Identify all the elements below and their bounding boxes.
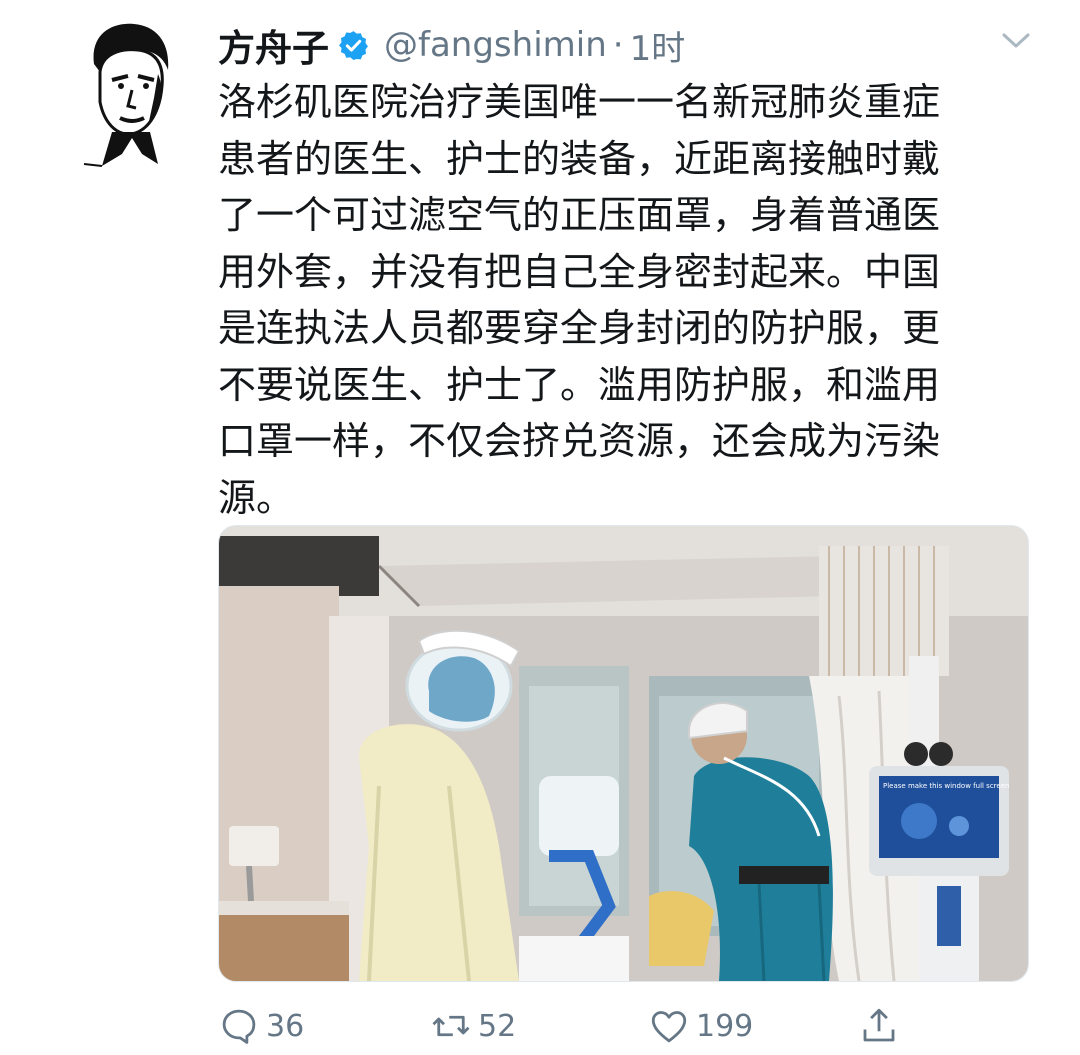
user-handle[interactable]: @fangshimin (384, 25, 607, 65)
retweet-count: 52 (478, 1008, 517, 1044)
chevron-down-icon[interactable] (1000, 30, 1032, 52)
retweet-icon (432, 1015, 470, 1037)
tweet-text-line: 洛杉矶医院治疗美国唯一一名新冠肺炎重症 (218, 80, 941, 124)
tweet-text-line: 源。 (218, 475, 295, 520)
tweet-text-line: 不要说医生、护士了。滥用防护服，和滥用 (218, 362, 941, 407)
reply-icon (222, 1009, 256, 1044)
timestamp[interactable]: 1时 (630, 21, 686, 70)
tweet-header: 方舟子 @fangshimin · 1时 (218, 20, 685, 70)
like-button[interactable]: 199 (648, 1000, 753, 1052)
like-count: 199 (696, 1008, 754, 1044)
reply-count: 36 (266, 1008, 305, 1044)
monitor-screen-text: Please make this window full screen (883, 782, 1009, 790)
tweet-action-bar: 36 52 199 (218, 1000, 1038, 1055)
tweet-text-line: 患者的医生、护士的装备，近距离接触时戴 (218, 136, 941, 181)
reply-button[interactable]: 36 (218, 1000, 304, 1052)
share-icon (863, 1008, 895, 1042)
display-name[interactable]: 方舟子 (218, 18, 329, 72)
retweet-button[interactable]: 52 (430, 1000, 516, 1052)
verified-badge-icon (337, 29, 370, 62)
tweet-text: 洛杉矶医院治疗美国唯一一名新冠肺炎重症 患者的医生、护士的装备，近距离接触时戴 … (218, 74, 1038, 526)
share-button[interactable] (858, 1000, 900, 1052)
tweet-text-line: 用外套，并没有把自己全身密封起来。中国 (218, 249, 941, 294)
separator-dot: · (612, 25, 624, 65)
like-icon (651, 1011, 687, 1043)
avatar[interactable] (72, 14, 184, 174)
tweet-text-line: 了一个可过滤空气的正压面罩，身着普通医 (218, 193, 941, 237)
tweet-media-photo[interactable]: Please make this window full screen (218, 525, 1029, 982)
tweet-text-line: 口罩一样，不仅会挤兑资源，还会成为污染 (218, 419, 941, 463)
tweet-text-line: 是连执法人员都要穿全身封闭的防护服，更 (218, 306, 941, 350)
